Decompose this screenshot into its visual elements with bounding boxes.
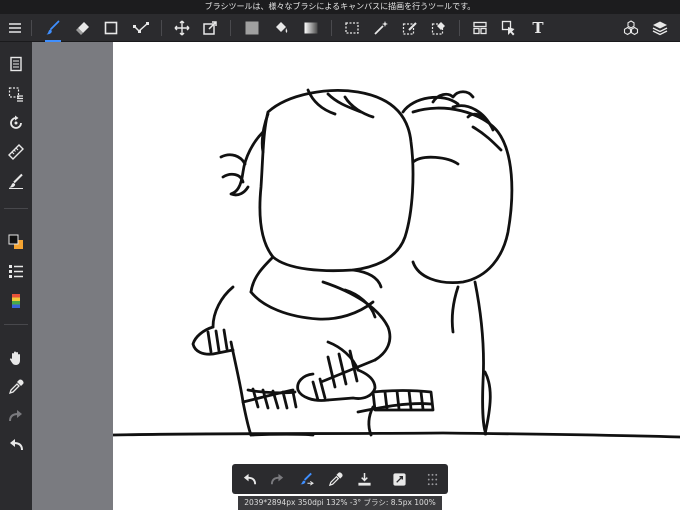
magic-wand-button[interactable]: [370, 17, 392, 39]
top-toolbar: T: [0, 14, 680, 42]
select-rect-icon: [345, 22, 359, 34]
left-sidebar: [0, 42, 32, 510]
brush-icon: [46, 20, 60, 35]
operation-icon: [501, 20, 515, 36]
redo-icon: [9, 410, 22, 422]
move-tool-button[interactable]: [171, 17, 193, 39]
layers-icon: [652, 21, 668, 36]
eyedropper-icon: [8, 379, 24, 395]
fill-icon: [357, 472, 371, 486]
brush-correction-button[interactable]: [295, 468, 317, 490]
menu-icon[interactable]: [4, 17, 26, 39]
select-pen-icon: [402, 22, 417, 35]
ruler-icon: [8, 144, 24, 160]
toolbar-divider: [331, 20, 332, 36]
transform-icon: [392, 472, 406, 486]
undo-icon: [243, 473, 256, 484]
transform-tool-button[interactable]: [199, 17, 221, 39]
vector-tool-button[interactable]: [130, 17, 152, 39]
eyedropper-button[interactable]: [5, 376, 27, 398]
snap-button[interactable]: [5, 170, 27, 192]
rotate-button[interactable]: [5, 112, 27, 134]
fill-color-button[interactable]: [241, 17, 263, 39]
artwork: [113, 88, 680, 439]
panel-layout-button[interactable]: [469, 17, 491, 39]
bottom-fill-button[interactable]: [353, 468, 375, 490]
panel-layout-icon: [473, 21, 487, 35]
text-icon[interactable]: T: [527, 17, 549, 39]
hand-tool-button[interactable]: [5, 347, 27, 369]
gradient-icon: [304, 22, 318, 34]
selection-icon: [8, 87, 23, 102]
toolbar-divider: [161, 20, 162, 36]
page-icon: [10, 56, 22, 72]
select-tool-button[interactable]: [341, 17, 363, 39]
select-eraser-button[interactable]: [428, 17, 450, 39]
redo-icon: [270, 473, 283, 484]
select-pen-button[interactable]: [399, 17, 421, 39]
bottom-transform-button[interactable]: [388, 468, 410, 490]
page-manager-button[interactable]: [5, 53, 27, 75]
material-icon: [623, 20, 639, 36]
undo-button[interactable]: [5, 434, 27, 456]
move-icon: [174, 20, 190, 36]
bucket-tool-button[interactable]: [270, 17, 292, 39]
color-swatch-icon: [8, 234, 23, 249]
transform-icon: [203, 21, 217, 35]
material-button[interactable]: [620, 17, 642, 39]
vector-icon: [133, 22, 149, 33]
rotate-icon: [10, 115, 22, 129]
medibang-paint-app: ブラシツールは、様々なブラシによるキャンバスに描画を行うツールです。 T 203…: [0, 0, 680, 510]
status-bar: 2039*2894px 350dpi 132% -3° ブラシ: 8.5px 1…: [238, 496, 442, 510]
bottom-undo-button[interactable]: [238, 468, 260, 490]
fill-color-icon: [245, 21, 259, 35]
bucket-icon: [276, 22, 288, 33]
bottom-eyedropper-button[interactable]: [324, 468, 346, 490]
bottom-redo-button[interactable]: [266, 468, 288, 490]
rectangle-icon: [104, 21, 118, 35]
redo-button[interactable]: [5, 405, 27, 427]
bottom-grid-button[interactable]: [421, 468, 443, 490]
sidebar-divider: [4, 208, 28, 209]
drawing-canvas[interactable]: [113, 42, 680, 510]
gradient-tool-button[interactable]: [300, 17, 322, 39]
palette-button[interactable]: [5, 290, 27, 312]
toolbar-divider: [31, 20, 32, 36]
toolbar-divider: [230, 20, 231, 36]
brush-list-button[interactable]: [5, 260, 27, 282]
sidebar-divider: [4, 324, 28, 325]
grid-icon: [427, 473, 437, 485]
magic-wand-icon: [374, 21, 388, 35]
tool-tooltip: ブラシツールは、様々なブラシによるキャンバスに描画を行うツールです。: [0, 0, 680, 14]
eraser-icon: [76, 22, 89, 35]
brush-fix-icon: [299, 472, 314, 486]
color-swatch-button[interactable]: [5, 231, 27, 253]
eyedropper-icon: [328, 471, 343, 486]
brush-tool-button[interactable]: [42, 17, 64, 42]
select-eraser-icon: [431, 22, 445, 35]
ruler-button[interactable]: [5, 141, 27, 163]
brush-list-icon: [9, 265, 23, 278]
palette-icon: [12, 294, 20, 308]
toolbar-divider: [459, 20, 460, 36]
snap-brush-icon: [9, 173, 23, 189]
undo-icon: [10, 439, 23, 451]
shape-tool-button[interactable]: [100, 17, 122, 39]
operation-tool-button[interactable]: [498, 17, 520, 39]
eraser-tool-button[interactable]: [72, 17, 94, 39]
layers-button[interactable]: [649, 17, 671, 39]
hand-icon: [9, 351, 20, 365]
selection-menu-button[interactable]: [5, 83, 27, 105]
bottom-toolbar: [232, 464, 448, 494]
